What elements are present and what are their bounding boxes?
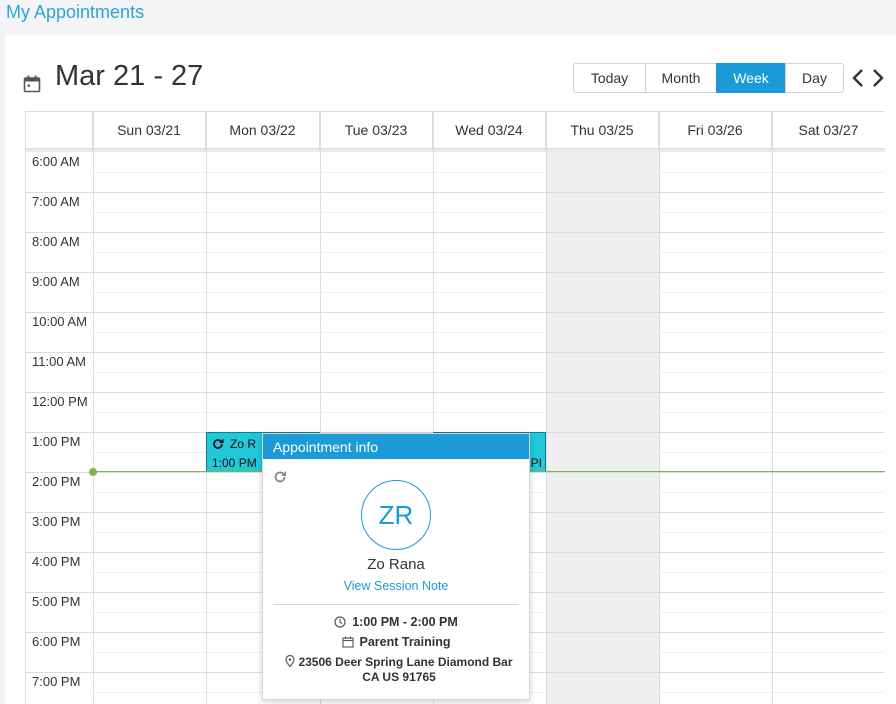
time-label: 10:00 AM (32, 314, 87, 329)
appointment-address-row: 23506 Deer Spring Lane Diamond Bar CA US… (283, 655, 515, 685)
popup-header: Appointment info (263, 434, 529, 459)
view-switcher: Today Month Week Day (573, 63, 844, 93)
half-hour-line (93, 252, 885, 253)
time-label: 8:00 AM (32, 234, 80, 249)
chevron-right-icon[interactable] (871, 68, 885, 88)
time-label: 6:00 PM (32, 634, 81, 649)
hour-line (26, 392, 885, 393)
day-header-sat[interactable]: Sat 03/27 (772, 112, 885, 149)
hour-line (26, 312, 885, 313)
refresh-icon (213, 438, 224, 449)
calendar-icon (341, 636, 354, 648)
appointment-address: 23506 Deer Spring Lane Diamond Bar CA US… (298, 655, 513, 684)
map-pin-icon (285, 655, 296, 667)
time-label: 11:00 AM (32, 354, 86, 369)
date-range-title: Mar 21 - 27 (55, 60, 204, 92)
current-time-dot (89, 468, 97, 476)
column-divider (772, 112, 773, 704)
appointment-time-row: 1:00 PM - 2:00 PM (263, 615, 529, 629)
month-view-button[interactable]: Month (645, 63, 717, 93)
today-column (546, 152, 659, 704)
day-header-thu[interactable]: Thu 03/25 (546, 112, 659, 149)
day-header-sun[interactable]: Sun 03/21 (93, 112, 206, 149)
hour-line (26, 232, 885, 233)
half-hour-line (93, 372, 885, 373)
half-hour-line (93, 212, 885, 213)
half-hour-line (93, 292, 885, 293)
week-view-button[interactable]: Week (716, 63, 786, 93)
time-label: 3:00 PM (32, 514, 81, 529)
day-header-mon[interactable]: Mon 03/22 (206, 112, 320, 149)
time-label: 4:00 PM (32, 554, 81, 569)
event-time: PI (530, 456, 542, 470)
view-session-note-link[interactable]: View Session Note (263, 579, 529, 593)
day-header-fri[interactable]: Fri 03/26 (659, 112, 772, 149)
time-label: 7:00 AM (32, 194, 80, 209)
popup-divider (273, 604, 519, 605)
avatar: ZR (361, 480, 431, 550)
time-label: 12:00 PM (32, 394, 88, 409)
column-divider (659, 112, 660, 704)
day-view-button[interactable]: Day (785, 63, 844, 93)
calendar-icon (23, 75, 41, 93)
event-time: 1:00 PM (212, 456, 257, 470)
time-label: 2:00 PM (32, 474, 81, 489)
hour-line (26, 272, 885, 273)
day-header-wed[interactable]: Wed 03/24 (433, 112, 546, 149)
half-hour-line (93, 172, 885, 173)
time-label: 9:00 AM (32, 274, 80, 289)
appointment-info-popup: Appointment info ZR Zo Rana View Session… (262, 433, 530, 700)
time-label: 6:00 AM (32, 154, 80, 169)
hour-line (26, 192, 885, 193)
column-divider (546, 112, 547, 704)
appointment-type: Parent Training (359, 635, 451, 649)
column-divider (93, 112, 94, 704)
today-button[interactable]: Today (573, 63, 646, 93)
recurring-icon (274, 471, 286, 483)
time-label: 7:00 PM (32, 674, 81, 689)
time-label: 5:00 PM (32, 594, 81, 609)
clock-icon (334, 616, 346, 628)
appointment-type-row: Parent Training (263, 635, 529, 649)
half-hour-line (93, 412, 885, 413)
header-separator (26, 149, 885, 152)
hour-line (26, 352, 885, 353)
chevron-left-icon[interactable] (851, 68, 865, 88)
page-title: My Appointments (6, 2, 145, 22)
column-divider (206, 112, 207, 704)
half-hour-line (93, 332, 885, 333)
time-gutter-header (26, 112, 93, 149)
appointment-time: 1:00 PM - 2:00 PM (352, 615, 458, 629)
day-header-tue[interactable]: Tue 03/23 (320, 112, 433, 149)
event-title: Zo R (230, 437, 257, 451)
client-name: Zo Rana (367, 556, 425, 573)
time-label: 1:00 PM (32, 434, 81, 449)
